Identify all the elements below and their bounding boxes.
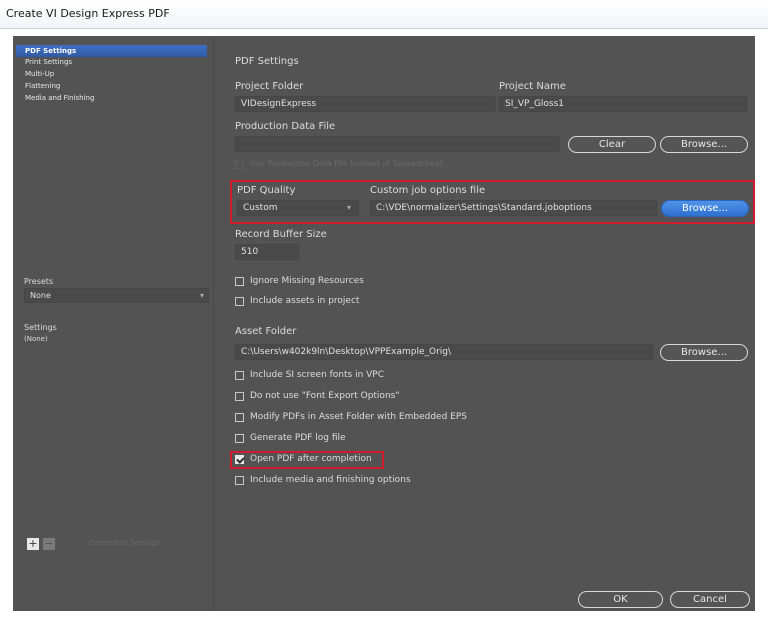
record-buffer-label: Record Buffer Size [235, 229, 327, 240]
sidebar-item-print-settings[interactable]: Print Settings [16, 56, 207, 68]
presets-chevron-down-icon: ▾ [200, 291, 205, 300]
cancel-button[interactable]: Cancel [670, 591, 750, 608]
project-folder-label: Project Folder [235, 81, 304, 92]
settings-label: Settings [24, 323, 57, 332]
include-assets-label: Include assets in project [250, 296, 360, 306]
sidebar: PDF Settings Print Settings Multi-Up Fla… [13, 36, 214, 611]
include-si-fonts-label: Include SI screen fonts in VPC [250, 370, 385, 380]
add-icon[interactable]: + [27, 538, 39, 550]
project-name-field[interactable]: SI_VP_Gloss1 [499, 96, 747, 112]
ok-button[interactable]: OK [578, 591, 663, 608]
use-production-data-label: Use Production Data File Instead of Spre… [250, 159, 443, 168]
presets-select[interactable]: None [24, 288, 209, 303]
pdf-quality-select[interactable]: Custom [237, 200, 359, 216]
record-buffer-field[interactable]: 510 [235, 244, 299, 260]
open-pdf-label: Open PDF after completion [250, 454, 372, 464]
presets-label: Presets [24, 277, 54, 286]
pdf-quality-chevron-down-icon: ▾ [347, 203, 352, 212]
do-not-use-font-label: Do not use "Font Export Options" [250, 391, 400, 401]
project-name-label: Project Name [499, 81, 566, 92]
section-title: PDF Settings [235, 56, 299, 67]
ignore-missing-label: Ignore Missing Resources [250, 276, 364, 286]
asset-folder-field[interactable]: C:\Users\w402k9ln\Desktop\VPPExample_Ori… [235, 344, 653, 360]
clear-button[interactable]: Clear [568, 136, 656, 153]
custom-job-label: Custom job options file [370, 185, 486, 196]
modify-pdfs-label: Modify PDFs in Asset Folder with Embedde… [250, 412, 467, 422]
sidebar-item-flattening[interactable]: Flattening [16, 80, 207, 92]
window-title: Create VI Design Express PDF [6, 7, 170, 20]
presets-value: None [30, 291, 51, 300]
project-folder-field[interactable]: VIDesignExpress [235, 96, 496, 112]
production-data-field[interactable] [235, 136, 560, 152]
title-bar: Create VI Design Express PDF [0, 0, 768, 29]
pdf-quality-label: PDF Quality [237, 185, 296, 196]
asset-folder-label: Asset Folder [235, 326, 297, 337]
checkmark-icon [235, 455, 244, 464]
remove-icon[interactable]: − [43, 538, 55, 550]
sidebar-item-multi-up[interactable]: Multi-Up [16, 68, 207, 80]
browse-production-button[interactable]: Browse... [660, 136, 748, 153]
dialog-window: Create VI Design Express PDF PDF Setting… [0, 0, 768, 619]
browse-asset-folder-button[interactable]: Browse... [660, 344, 748, 361]
settings-value: (None) [24, 335, 48, 343]
production-data-label: Production Data File [235, 121, 336, 132]
sidebar-footer-text: Create/Edit Settings [89, 539, 160, 547]
generate-log-label: Generate PDF log file [250, 433, 346, 443]
custom-job-field[interactable]: C:\VDE\normalizer\Settings\Standard.jobo… [370, 200, 657, 216]
dialog-content: PDF Settings Print Settings Multi-Up Fla… [13, 36, 755, 611]
browse-joboptions-button[interactable]: Browse... [661, 200, 749, 217]
include-media-label: Include media and finishing options [250, 475, 411, 485]
sidebar-item-media-finishing[interactable]: Media and Finishing [16, 92, 207, 104]
